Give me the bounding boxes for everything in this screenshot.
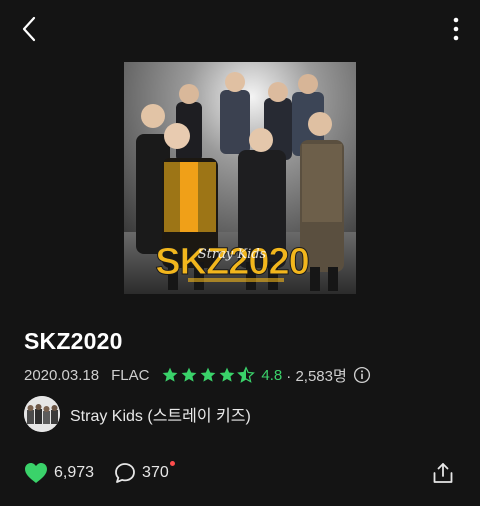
new-comment-dot bbox=[169, 461, 175, 466]
release-date: 2020.03.18 bbox=[24, 366, 100, 384]
share-icon bbox=[433, 463, 453, 483]
album-title: SKZ2020 bbox=[24, 328, 123, 354]
artist-link[interactable]: Stray Kids (스트레이 키즈) bbox=[24, 395, 251, 433]
back-button[interactable] bbox=[14, 14, 44, 44]
cover-logo: SKZ2020 Stray Kids bbox=[155, 241, 311, 284]
comment-count: 370 bbox=[142, 464, 169, 481]
album-cover[interactable]: SKZ2020 Stray Kids bbox=[124, 62, 356, 294]
rating-info-button[interactable] bbox=[353, 366, 371, 384]
star-icon bbox=[200, 367, 216, 382]
artist-name: Stray Kids (스트레이 키즈) bbox=[70, 408, 251, 425]
svg-text:Stray Kids: Stray Kids bbox=[198, 247, 267, 262]
info-icon bbox=[353, 366, 370, 384]
star-half-icon bbox=[237, 366, 256, 383]
chevron-left-icon bbox=[22, 16, 36, 42]
more-vertical-icon bbox=[453, 17, 459, 41]
album-meta: 2020.03.18 FLAC 4.8 · 2,583명 bbox=[24, 365, 371, 385]
share-button[interactable] bbox=[430, 460, 456, 486]
comment-icon bbox=[115, 463, 135, 483]
heart-icon bbox=[25, 463, 47, 483]
star-icon bbox=[162, 367, 178, 382]
rating-value: 4.8 bbox=[261, 366, 283, 384]
star-icon bbox=[181, 367, 197, 382]
action-bar: 6,973 370 bbox=[24, 460, 175, 486]
album-cover-art: SKZ2020 Stray Kids bbox=[124, 62, 356, 294]
like-button[interactable]: 6,973 bbox=[24, 462, 94, 484]
artist-avatar bbox=[24, 396, 60, 432]
audio-format: FLAC bbox=[111, 366, 150, 384]
top-bar bbox=[0, 0, 480, 56]
like-count: 6,973 bbox=[54, 464, 95, 481]
more-options-button[interactable] bbox=[446, 14, 466, 44]
comment-button[interactable]: 370 bbox=[114, 461, 175, 484]
star-icon bbox=[219, 367, 235, 382]
rating-stars bbox=[161, 366, 256, 384]
rating-count: · 2,583명 bbox=[286, 367, 347, 385]
